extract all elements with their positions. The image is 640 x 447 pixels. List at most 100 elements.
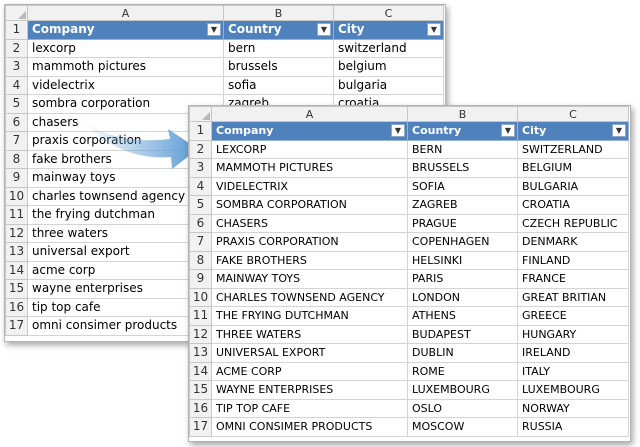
cell-company[interactable]: THREE WATERS (211, 324, 408, 344)
row-number[interactable]: 6 (189, 213, 212, 233)
cell-city[interactable]: NORWAY (517, 398, 629, 418)
cell-city[interactable]: RUSSIA (517, 417, 629, 437)
row-number[interactable]: 16 (189, 398, 212, 418)
cell-city[interactable]: GREECE (517, 306, 629, 326)
cell-city[interactable]: FRANCE (517, 269, 629, 289)
cell-city[interactable]: BELGIUM (517, 158, 629, 178)
cell-country[interactable]: BERN (407, 139, 518, 159)
header-cell-country[interactable]: Country ▼ (223, 20, 334, 40)
cell-city[interactable]: FINLAND (517, 250, 629, 270)
cell-city[interactable]: DENMARK (517, 232, 629, 252)
header-cell-city[interactable]: City ▼ (333, 20, 444, 40)
cell-city[interactable]: switzerland (333, 38, 444, 58)
row-number[interactable]: 3 (189, 158, 212, 178)
filter-dropdown-icon[interactable]: ▼ (317, 23, 331, 36)
cell-country[interactable]: sofia (223, 75, 334, 95)
cell-country[interactable]: LONDON (407, 287, 518, 307)
row-number[interactable]: 17 (189, 417, 212, 437)
row-number[interactable]: 8 (189, 250, 212, 270)
row-number[interactable]: 14 (189, 361, 212, 381)
cell-country[interactable]: LUXEMBOURG (407, 380, 518, 400)
row-number[interactable]: 12 (189, 324, 212, 344)
cell-city[interactable]: belgium (333, 57, 444, 77)
cell-country[interactable]: PARIS (407, 269, 518, 289)
cell-city[interactable]: GREAT BRITIAN (517, 287, 629, 307)
row-number[interactable]: 16 (5, 297, 28, 317)
cell-country[interactable]: BUDAPEST (407, 324, 518, 344)
cell-company[interactable]: UNIVERSAL EXPORT (211, 343, 408, 363)
cell-country[interactable]: SOFIA (407, 176, 518, 196)
row-number[interactable]: 5 (5, 94, 28, 114)
cell-company[interactable]: VIDELECTRIX (211, 176, 408, 196)
filter-dropdown-icon[interactable]: ▼ (427, 23, 441, 36)
row-number[interactable]: 4 (189, 176, 212, 196)
cell-company[interactable]: CHARLES TOWNSEND AGENCY (211, 287, 408, 307)
cell-country[interactable]: BRUSSELS (407, 158, 518, 178)
cell-city[interactable]: CROATIA (517, 195, 629, 215)
cell-country[interactable]: ZAGREB (407, 195, 518, 215)
row-number[interactable]: 2 (189, 139, 212, 159)
cell-country[interactable]: MOSCOW (407, 417, 518, 437)
header-cell-country[interactable]: Country ▼ (407, 121, 518, 141)
cell-company[interactable]: THE FRYING DUTCHMAN (211, 306, 408, 326)
cell-city[interactable]: CZECH REPUBLIC (517, 213, 629, 233)
cell-company[interactable]: LEXCORP (211, 139, 408, 159)
cell-city[interactable]: IRELAND (517, 343, 629, 363)
header-cell-company[interactable]: Company ▼ (27, 20, 224, 40)
row-number[interactable]: 10 (5, 186, 28, 206)
column-header-b[interactable]: B (407, 106, 518, 122)
header-cell-city[interactable]: City ▼ (517, 121, 629, 141)
cell-company[interactable]: TIP TOP CAFE (211, 398, 408, 418)
cell-company[interactable]: videlectrix (27, 75, 224, 95)
cell-country[interactable]: brussels (223, 57, 334, 77)
select-all-corner[interactable] (5, 5, 28, 21)
cell-country[interactable]: ATHENS (407, 306, 518, 326)
row-number[interactable]: 9 (189, 269, 212, 289)
row-number[interactable]: 9 (5, 168, 28, 188)
row-number[interactable]: 1 (189, 121, 212, 141)
row-number[interactable]: 1 (5, 20, 28, 40)
select-all-corner[interactable] (189, 106, 212, 122)
cell-company[interactable]: MAMMOTH PICTURES (211, 158, 408, 178)
row-number[interactable]: 7 (5, 131, 28, 151)
cell-country[interactable]: HELSINKI (407, 250, 518, 270)
row-number[interactable]: 6 (5, 112, 28, 132)
cell-company[interactable]: mammoth pictures (27, 57, 224, 77)
cell-company[interactable]: FAKE BROTHERS (211, 250, 408, 270)
row-number[interactable]: 15 (189, 380, 212, 400)
row-number[interactable]: 15 (5, 279, 28, 299)
row-number[interactable]: 13 (5, 242, 28, 262)
cell-city[interactable]: LUXEMBOURG (517, 380, 629, 400)
cell-company[interactable]: OMNI CONSIMER PRODUCTS (211, 417, 408, 437)
row-number[interactable]: 3 (5, 57, 28, 77)
cell-company[interactable]: MAINWAY TOYS (211, 269, 408, 289)
column-header-a[interactable]: A (211, 106, 408, 122)
cell-city[interactable]: bulgaria (333, 75, 444, 95)
cell-country[interactable]: ROME (407, 361, 518, 381)
row-number[interactable]: 11 (189, 306, 212, 326)
row-number[interactable]: 17 (5, 316, 28, 336)
column-header-c[interactable]: C (517, 106, 629, 122)
header-cell-company[interactable]: Company ▼ (211, 121, 408, 141)
row-number[interactable]: 8 (5, 149, 28, 169)
cell-country[interactable]: bern (223, 38, 334, 58)
row-number[interactable]: 5 (189, 195, 212, 215)
column-header-b[interactable]: B (223, 5, 334, 21)
filter-dropdown-icon[interactable]: ▼ (612, 124, 626, 137)
filter-dropdown-icon[interactable]: ▼ (501, 124, 515, 137)
cell-country[interactable]: DUBLIN (407, 343, 518, 363)
row-number[interactable]: 2 (5, 38, 28, 58)
cell-company[interactable]: ACME CORP (211, 361, 408, 381)
column-header-a[interactable]: A (27, 5, 224, 21)
cell-company[interactable]: WAYNE ENTERPRISES (211, 380, 408, 400)
cell-country[interactable]: OSLO (407, 398, 518, 418)
row-number[interactable]: 11 (5, 205, 28, 225)
filter-dropdown-icon[interactable]: ▼ (391, 124, 405, 137)
cell-company[interactable]: SOMBRA CORPORATION (211, 195, 408, 215)
row-number[interactable]: 13 (189, 343, 212, 363)
cell-city[interactable]: HUNGARY (517, 324, 629, 344)
cell-city[interactable]: ITALY (517, 361, 629, 381)
cell-company[interactable]: CHASERS (211, 213, 408, 233)
cell-city[interactable]: SWITZERLAND (517, 139, 629, 159)
cell-city[interactable]: BULGARIA (517, 176, 629, 196)
